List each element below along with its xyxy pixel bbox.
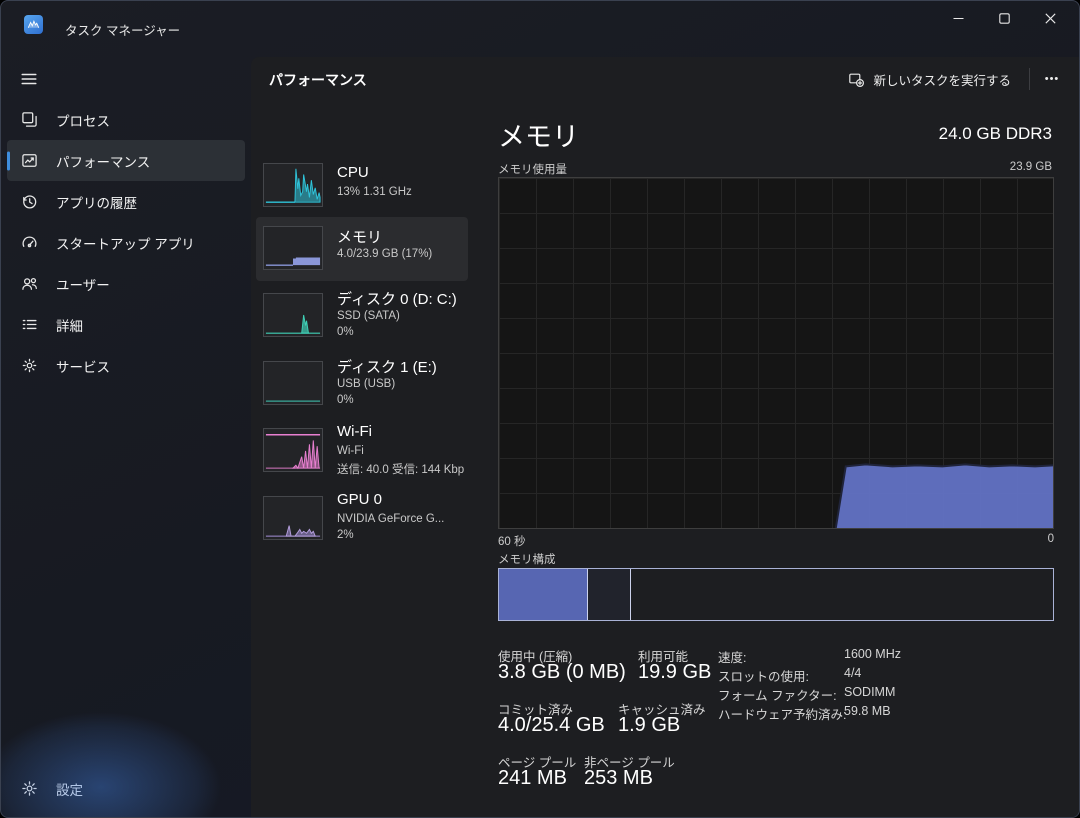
content-area: パフォーマンス 新しいタスクを実行する ••• CPU 13% 1.31 GHz [251, 57, 1079, 817]
sidebar-item-label: サービス [56, 356, 110, 376]
composition-in-use-segment [499, 569, 588, 620]
gpu0-mini-graph [263, 496, 323, 540]
perf-card-stat: 0% [337, 394, 354, 406]
performance-icon [21, 152, 38, 169]
services-icon [21, 357, 38, 374]
details-icon [21, 316, 38, 333]
time-axis-right: 0 [498, 533, 1054, 545]
detail-value: 4/4 [844, 666, 861, 680]
perf-card-stat: 送信: 40.0 受信: 144 Kbp [337, 461, 464, 477]
sidebar-item-label: アプリの履歴 [56, 192, 137, 212]
task-manager-window: タスク マネージャー プロセス [0, 0, 1080, 818]
perf-card-title: ディスク 1 (E:) [337, 356, 437, 377]
titlebar: タスク マネージャー [1, 1, 1079, 57]
header-divider [1029, 68, 1030, 90]
sidebar-item-app-history[interactable]: アプリの履歴 [7, 181, 245, 222]
perf-card-title: GPU 0 [337, 491, 382, 508]
run-new-task-label: 新しいタスクを実行する [873, 70, 1011, 89]
processes-icon [21, 111, 38, 128]
perf-card-stat: Wi-Fi [337, 445, 364, 457]
disk1-mini-graph [263, 361, 323, 405]
perf-card-stat: 2% [337, 529, 354, 541]
users-icon [21, 275, 38, 292]
hamburger-icon[interactable] [11, 61, 47, 97]
perf-card-gpu0[interactable]: GPU 0 NVIDIA GeForce G... 2% [256, 488, 468, 552]
sidebar-item-label: パフォーマンス [56, 151, 150, 171]
cpu-mini-graph [263, 163, 323, 207]
performance-list: CPU 13% 1.31 GHz メモリ 4.0/23.9 GB (17%) [251, 101, 481, 817]
memory-capacity: 24.0 GB DDR3 [939, 124, 1052, 144]
sidebar-item-startup-apps[interactable]: スタートアップ アプリ [7, 222, 245, 263]
sidebar: プロセス パフォーマンス アプリの履歴 スタートアップ アプリ [1, 57, 251, 817]
memory-usage-graph [498, 177, 1054, 529]
sidebar-item-performance[interactable]: パフォーマンス [7, 140, 245, 181]
perf-card-stat: 0% [337, 326, 354, 338]
detail-label: スロットの使用: [718, 666, 809, 685]
sidebar-item-label: スタートアップ アプリ [56, 233, 195, 253]
detail-value: 1600 MHz [844, 647, 901, 661]
perf-card-cpu[interactable]: CPU 13% 1.31 GHz [256, 157, 468, 217]
stat-value: 253 MB [584, 767, 653, 790]
composition-standby-segment [588, 569, 631, 620]
sidebar-item-label: 設定 [56, 779, 83, 799]
detail-label: フォーム ファクター: [718, 685, 837, 704]
page-header: パフォーマンス 新しいタスクを実行する ••• [251, 57, 1079, 101]
page-title: パフォーマンス [269, 70, 367, 90]
memory-detail-pane: メモリ 24.0 GB DDR3 メモリ使用量 23.9 GB 60 秒 0 メ… [481, 101, 1079, 817]
task-manager-app-icon [24, 15, 43, 34]
stat-value: 241 MB [498, 767, 567, 790]
sidebar-item-label: ユーザー [56, 274, 110, 294]
detail-value: 59.8 MB [844, 704, 891, 718]
minimize-button[interactable] [935, 1, 981, 35]
maximize-button[interactable] [981, 1, 1027, 35]
perf-card-stat: SSD (SATA) [337, 310, 400, 322]
memory-mini-graph [263, 226, 323, 270]
perf-card-title: CPU [337, 164, 369, 181]
sidebar-item-details[interactable]: 詳細 [7, 304, 245, 345]
history-icon [21, 193, 38, 210]
sidebar-item-users[interactable]: ユーザー [7, 263, 245, 304]
perf-card-memory[interactable]: メモリ 4.0/23.9 GB (17%) [256, 217, 468, 281]
settings-gear-icon [21, 780, 38, 797]
perf-card-stat: NVIDIA GeForce G... [337, 513, 444, 525]
perf-card-title: Wi-Fi [337, 423, 372, 440]
close-button[interactable] [1027, 1, 1073, 35]
stat-value: 19.9 GB [638, 661, 711, 684]
sidebar-item-settings[interactable]: 設定 [13, 768, 245, 809]
sidebar-item-label: 詳細 [56, 315, 83, 335]
usage-graph-label: メモリ使用量 [498, 161, 567, 177]
memory-composition-bar [498, 568, 1054, 621]
perf-card-stat: USB (USB) [337, 378, 395, 390]
window-title: タスク マネージャー [65, 20, 180, 39]
run-new-task-icon [848, 71, 864, 87]
stat-value: 1.9 GB [618, 714, 680, 737]
startup-icon [21, 234, 38, 251]
detail-label: 速度: [718, 647, 746, 666]
detail-value: SODIMM [844, 685, 895, 699]
perf-card-wifi[interactable]: Wi-Fi Wi-Fi 送信: 40.0 受信: 144 Kbp [256, 420, 468, 484]
perf-card-title: ディスク 0 (D: C:) [337, 288, 457, 309]
stat-value: 4.0/25.4 GB [498, 714, 605, 737]
disk0-mini-graph [263, 293, 323, 337]
more-options-button[interactable]: ••• [1035, 64, 1069, 94]
perf-card-disk1[interactable]: ディスク 1 (E:) USB (USB) 0% [256, 353, 468, 417]
perf-card-stat: 13% 1.31 GHz [337, 186, 412, 198]
sidebar-item-processes[interactable]: プロセス [7, 99, 245, 140]
composition-free-segment [631, 569, 1053, 620]
sidebar-item-label: プロセス [56, 110, 110, 130]
perf-card-disk0[interactable]: ディスク 0 (D: C:) SSD (SATA) 0% [256, 285, 468, 349]
stat-value: 3.8 GB (0 MB) [498, 661, 626, 684]
wifi-mini-graph [263, 428, 323, 472]
detail-label: ハードウェア予約済み: [718, 704, 846, 723]
perf-card-stat: 4.0/23.9 GB (17%) [337, 248, 432, 260]
usage-graph-max: 23.9 GB [1010, 161, 1052, 173]
sidebar-item-services[interactable]: サービス [7, 345, 245, 386]
composition-label: メモリ構成 [498, 551, 556, 567]
run-new-task-button[interactable]: 新しいタスクを実行する [838, 64, 1021, 94]
perf-card-title: メモリ [337, 226, 382, 247]
detail-title: メモリ [498, 115, 579, 154]
